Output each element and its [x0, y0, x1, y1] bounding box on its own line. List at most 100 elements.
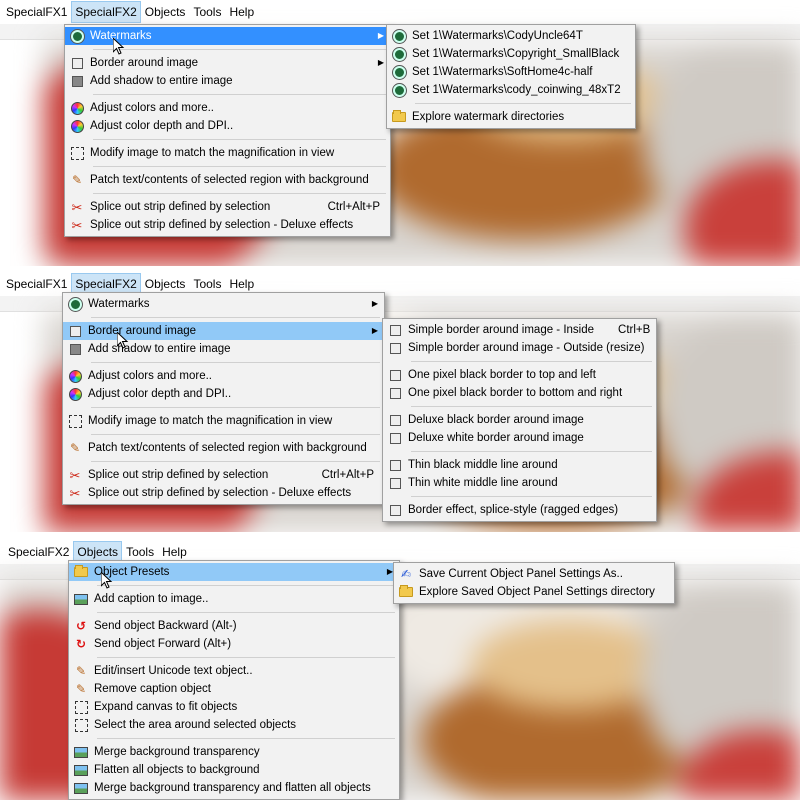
menu-separator — [93, 139, 386, 140]
menu-item-splice-out-strip-defined-by-selection[interactable]: ✂ Splice out strip defined by selection Ct… — [63, 466, 384, 484]
menu-item-explore-saved-object-panel-settings-directory[interactable]: Explore Saved Object Panel Settings dire… — [394, 583, 674, 601]
menu-item-patch-text-contents-of-selected-region-with-back[interactable]: ✎ Patch text/contents of selected region … — [63, 439, 384, 457]
folder-icon — [391, 109, 407, 125]
watermarks-submenu: Set 1\Watermarks\CodyUncle64T Set 1\Water… — [386, 24, 636, 129]
menu-item-modify-image-to-match-the-magnification-in-view[interactable]: Modify image to match the magnification … — [65, 144, 390, 162]
menu-separator — [93, 193, 386, 194]
menu-item-patch-text-contents-of-selected-region-with-back[interactable]: ✎ Patch text/contents of selected region … — [65, 171, 390, 189]
menu-item-thin-black-middle-line-around[interactable]: Thin black middle line around — [383, 456, 656, 474]
menu-specialfx2[interactable]: SpecialFX2 — [4, 541, 73, 563]
menu-item-merge-background-transparency-and-flatten-all-ob[interactable]: Merge background transparency and flatte… — [69, 779, 399, 797]
menu-specialfx1[interactable]: SpecialFX1 — [2, 273, 71, 295]
watermark-icon — [391, 28, 407, 44]
menu-item-label: Adjust color depth and DPI.. — [90, 120, 234, 132]
menu-item-send-object-forward-alt[interactable]: ↻ Send object Forward (Alt+) — [69, 635, 399, 653]
menu-tools[interactable]: Tools — [189, 1, 225, 23]
patch-icon: ✎ — [69, 441, 81, 455]
menu-item-one-pixel-black-border-to-bottom-and-right[interactable]: One pixel black border to bottom and rig… — [383, 384, 656, 402]
menu-item-set-1-watermarks-copyright-smallblack[interactable]: Set 1\Watermarks\Copyright_SmallBlack — [387, 45, 635, 63]
menu-item-select-the-area-around-selected-objects[interactable]: Select the area around selected objects — [69, 716, 399, 734]
menu-item-label: Edit/insert Unicode text object.. — [94, 665, 253, 677]
border-submenu: Simple border around image - Inside Ctrl+… — [382, 318, 657, 522]
menu-item-label: Set 1\Watermarks\SoftHome4c-half — [412, 66, 593, 78]
menu-item-send-object-backward-alt[interactable]: ↺ Send object Backward (Alt-) — [69, 617, 399, 635]
border-icon — [387, 430, 403, 446]
color-wheel-icon — [67, 368, 83, 384]
menu-item-deluxe-white-border-around-image[interactable]: Deluxe white border around image — [383, 429, 656, 447]
save-settings-icon: ✍ — [400, 567, 412, 581]
menu-item-label: Explore Saved Object Panel Settings dire… — [419, 586, 655, 598]
menu-item-add-shadow-to-entire-image[interactable]: Add shadow to entire image — [65, 72, 390, 90]
menu-item-adjust-color-depth-and-dpi[interactable]: Adjust color depth and DPI.. — [65, 117, 390, 135]
menu-item-save-current-object-panel-settings-as[interactable]: ✍ Save Current Object Panel Settings As.. — [394, 565, 674, 583]
watermark-icon — [67, 296, 83, 312]
menu-item-label: Modify image to match the magnification … — [90, 147, 335, 159]
menu-item-set-1-watermarks-cody-coinwing-48xt2[interactable]: Set 1\Watermarks\cody_coinwing_48xT2 — [387, 81, 635, 99]
menu-item-explore-watermark-directories[interactable]: Explore watermark directories — [387, 108, 635, 126]
menu-specialfx2[interactable]: SpecialFX2 — [71, 1, 141, 23]
menu-item-label: Watermarks — [90, 30, 152, 42]
menu-item-label: Simple border around image - Inside — [408, 324, 595, 336]
menu-item-splice-out-strip-defined-by-selection-deluxe-eff[interactable]: ✂ Splice out strip defined by selection -… — [63, 484, 384, 502]
menu-item-edit-insert-unicode-text-object[interactable]: ✎ Edit/insert Unicode text object.. — [69, 662, 399, 680]
menu-separator — [411, 361, 652, 362]
submenu-arrow-icon: ▶ — [371, 326, 378, 335]
menu-item-label: Deluxe black border around image — [408, 414, 584, 426]
menu-separator — [411, 406, 652, 407]
menu-item-adjust-colors-and-more[interactable]: Adjust colors and more.. — [63, 367, 384, 385]
scissors-icon: ✂ — [69, 485, 81, 501]
menu-separator — [415, 103, 631, 104]
menu-item-set-1-watermarks-codyuncle64t[interactable]: Set 1\Watermarks\CodyUncle64T — [387, 27, 635, 45]
menu-item-splice-out-strip-defined-by-selection-deluxe-eff[interactable]: ✂ Splice out strip defined by selection -… — [65, 216, 390, 234]
shadow-icon — [67, 341, 83, 357]
menu-item-watermarks[interactable]: Watermarks ▶ — [63, 295, 384, 313]
menu-item-flatten-all-objects-to-background[interactable]: Flatten all objects to background — [69, 761, 399, 779]
watermark-icon — [391, 64, 407, 80]
magnify-icon — [69, 145, 85, 161]
menu-item-simple-border-around-image-inside[interactable]: Simple border around image - Inside Ctrl+… — [383, 321, 656, 339]
menu-item-object-presets[interactable]: Object Presets ▶ — [69, 563, 399, 581]
menu-item-label: Set 1\Watermarks\cody_coinwing_48xT2 — [412, 84, 621, 96]
menu-item-add-caption-to-image[interactable]: Add caption to image.. — [69, 590, 399, 608]
border-icon — [67, 323, 83, 339]
menu-item-one-pixel-black-border-to-top-and-left[interactable]: One pixel black border to top and left — [383, 366, 656, 384]
menu-item-modify-image-to-match-the-magnification-in-view[interactable]: Modify image to match the magnification … — [63, 412, 384, 430]
magnify-icon — [67, 413, 83, 429]
menu-item-remove-caption-object[interactable]: ✎ Remove caption object — [69, 680, 399, 698]
menu-item-adjust-color-depth-and-dpi[interactable]: Adjust color depth and DPI.. — [63, 385, 384, 403]
menu-item-merge-background-transparency[interactable]: Merge background transparency — [69, 743, 399, 761]
menu-item-splice-out-strip-defined-by-selection[interactable]: ✂ Splice out strip defined by selection Ct… — [65, 198, 390, 216]
menu-item-border-around-image[interactable]: Border around image ▶ — [65, 54, 390, 72]
menu-item-label: One pixel black border to bottom and rig… — [408, 387, 623, 399]
patch-icon: ✎ — [71, 173, 83, 187]
menu-separator — [97, 612, 395, 613]
border-icon — [387, 340, 403, 356]
menu-item-label: Explore watermark directories — [412, 111, 565, 123]
border-icon — [69, 55, 85, 71]
menu-item-label: Add caption to image.. — [94, 593, 209, 605]
menu-item-deluxe-black-border-around-image[interactable]: Deluxe black border around image — [383, 411, 656, 429]
menu-item-label: Modify image to match the magnification … — [88, 415, 333, 427]
border-icon — [387, 457, 403, 473]
color-wheel-icon — [69, 100, 85, 116]
menu-item-expand-canvas-to-fit-objects[interactable]: Expand canvas to fit objects — [69, 698, 399, 716]
menu-item-label: Remove caption object — [94, 683, 211, 695]
border-icon — [387, 475, 403, 491]
menu-help[interactable]: Help — [225, 1, 258, 23]
border-icon — [387, 502, 403, 518]
menu-separator — [411, 496, 652, 497]
menu-item-border-effect-splice-style-ragged-edges[interactable]: Border effect, splice-style (ragged edge… — [383, 501, 656, 519]
menu-item-label: Splice out strip defined by selection — [88, 469, 269, 481]
menu-item-border-around-image[interactable]: Border around image ▶ — [63, 322, 384, 340]
color-wheel-icon — [69, 118, 85, 134]
menu-specialfx1[interactable]: SpecialFX1 — [2, 1, 71, 23]
menu-item-label: Thin black middle line around — [408, 459, 558, 471]
menu-objects[interactable]: Objects — [141, 1, 190, 23]
menu-separator — [91, 362, 380, 363]
menu-item-set-1-watermarks-softhome4c-half[interactable]: Set 1\Watermarks\SoftHome4c-half — [387, 63, 635, 81]
menu-item-add-shadow-to-entire-image[interactable]: Add shadow to entire image — [63, 340, 384, 358]
menu-item-thin-white-middle-line-around[interactable]: Thin white middle line around — [383, 474, 656, 492]
menu-item-label: One pixel black border to top and left — [408, 369, 596, 381]
menu-item-adjust-colors-and-more[interactable]: Adjust colors and more.. — [65, 99, 390, 117]
menu-item-simple-border-around-image-outside-resize[interactable]: Simple border around image - Outside (re… — [383, 339, 656, 357]
